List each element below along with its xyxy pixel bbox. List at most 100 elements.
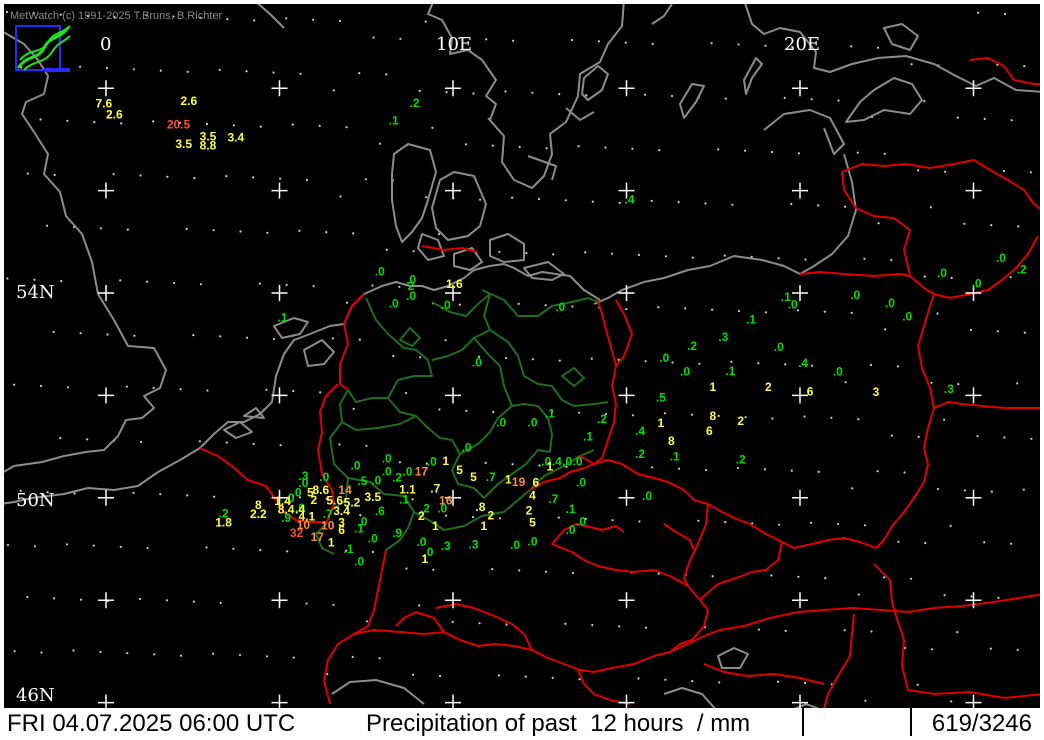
station-dot — [936, 487, 940, 491]
station-dot — [485, 38, 488, 41]
precip-value: 8 — [710, 409, 717, 423]
precip-value: 32 — [290, 526, 304, 540]
station-dot — [6, 543, 10, 547]
station-dot — [411, 498, 414, 501]
precip-value: .4 — [625, 192, 635, 206]
station-dot — [138, 597, 142, 601]
precip-value: 3.5 — [364, 490, 381, 504]
station-dot — [924, 542, 927, 545]
station-dot — [843, 629, 846, 632]
precip-value: .4 — [635, 424, 645, 438]
precip-value: .1 — [399, 492, 409, 506]
status-datetime: FRI 04.07.2025 06:00 UTC — [7, 710, 296, 737]
station-dot — [863, 524, 867, 527]
station-dot — [478, 622, 481, 625]
station-dot — [39, 118, 42, 121]
station-dot — [146, 280, 149, 283]
station-dot — [218, 68, 221, 71]
lon-label-0: 0 — [100, 34, 111, 55]
station-dot — [93, 121, 96, 124]
precip-value: .0 — [576, 514, 586, 528]
station-dot — [810, 521, 813, 524]
station-dot — [351, 655, 354, 659]
station-dot — [464, 143, 467, 146]
precip-value: .5 — [357, 474, 367, 488]
station-dot — [770, 150, 774, 154]
precip-value: .0 — [375, 265, 385, 279]
station-dot — [438, 674, 442, 678]
station-dot — [346, 301, 349, 304]
station-dot — [437, 232, 441, 236]
station-dot — [1010, 119, 1013, 122]
station-dot — [850, 311, 853, 314]
station-dot — [571, 305, 574, 308]
station-dot — [936, 312, 939, 315]
precip-value: .0 — [527, 416, 537, 430]
station-dot — [239, 230, 242, 233]
station-dot — [552, 253, 555, 256]
station-dot — [265, 655, 268, 658]
station-dot — [285, 283, 288, 286]
station-dot — [479, 198, 482, 201]
grid-cross — [792, 592, 808, 609]
precip-value: .8 — [475, 500, 485, 514]
station-dot — [198, 440, 201, 443]
station-dot — [352, 407, 355, 410]
precip-value: 5 — [529, 516, 536, 530]
station-dot — [418, 89, 421, 92]
precip-value: .2 — [409, 96, 419, 110]
station-dot — [372, 36, 375, 39]
station-dot — [770, 574, 773, 577]
station-dot — [923, 100, 926, 103]
precip-value: 2.2 — [250, 507, 267, 521]
station-dot — [645, 626, 648, 629]
map-svg: 0 10E 20E 54N 50N 46N 7.62.620.52.63.5 3.… — [4, 4, 1040, 708]
station-dot — [266, 231, 269, 234]
precip-value: 3 — [873, 385, 880, 399]
station-dot — [896, 365, 900, 368]
station-dot — [252, 442, 255, 445]
precip-value: .0 — [354, 554, 364, 568]
station-dot — [876, 470, 879, 473]
station-dot — [844, 205, 847, 208]
station-dot — [777, 680, 780, 683]
precip-value: .0 — [680, 364, 690, 378]
station-dot — [331, 337, 334, 340]
grid-cross — [98, 182, 114, 199]
station-dot — [279, 444, 282, 447]
station-dot — [797, 575, 800, 578]
precip-value: .0 — [427, 455, 437, 469]
station-dot — [757, 362, 760, 365]
station-dot — [172, 281, 176, 285]
precip-value: 1 — [432, 519, 439, 533]
station-dot — [737, 309, 741, 313]
precip-value: 2.6 — [106, 107, 123, 121]
precip-value: .0 — [833, 364, 843, 378]
station-dot — [252, 176, 255, 179]
station-dot — [637, 253, 641, 257]
station-dot — [664, 678, 667, 681]
station-dot — [1003, 436, 1006, 439]
station-dot — [1010, 542, 1013, 545]
grid-cross — [271, 80, 288, 97]
station-dot — [711, 575, 714, 578]
station-dot — [977, 11, 980, 14]
grid-cross — [965, 387, 982, 404]
station-dot — [883, 576, 886, 579]
station-dot — [225, 441, 228, 444]
grid-cross — [792, 80, 808, 97]
precip-value: .1 — [278, 311, 288, 325]
station-dot — [558, 93, 561, 96]
precip-value: .0 — [472, 356, 482, 370]
precip-value: .0 — [319, 470, 329, 484]
station-dot — [206, 389, 209, 392]
station-dot — [1016, 382, 1019, 385]
station-dot — [651, 42, 654, 46]
station-dot — [1022, 488, 1025, 491]
station-dot — [119, 279, 122, 282]
precip-value: .9 — [392, 526, 402, 540]
station-dot — [1023, 331, 1026, 334]
station-dot — [226, 18, 229, 21]
station-dot — [997, 596, 1000, 599]
station-dot — [897, 540, 900, 543]
